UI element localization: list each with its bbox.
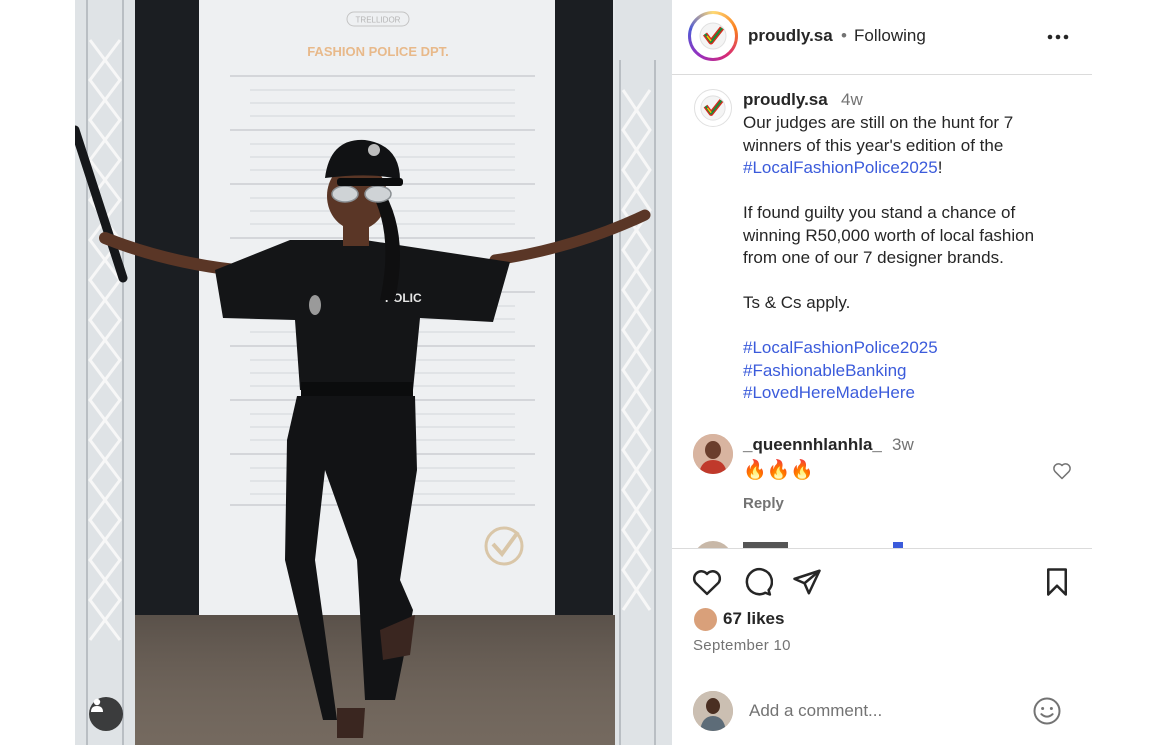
- commenter-username[interactable]: _queennhlanhla_: [743, 435, 882, 455]
- brand-badge-text: TRELLIDOR: [356, 16, 401, 25]
- author-username[interactable]: proudly.sa: [748, 26, 833, 46]
- post-header: proudly.sa • Following: [672, 0, 1092, 75]
- caption-text: Our judges are still on the hunt for 7 wi…: [743, 112, 1073, 405]
- comment-timestamp[interactable]: 3w: [892, 435, 914, 455]
- send-icon[interactable]: [792, 567, 822, 597]
- caption-username[interactable]: proudly.sa: [743, 90, 828, 110]
- comment-bubble-icon[interactable]: [743, 567, 773, 597]
- reply-button[interactable]: Reply: [743, 495, 784, 512]
- hashtag-link[interactable]: #LocalFashionPolice2025: [743, 338, 938, 357]
- hashtag-link[interactable]: #LocalFashionPolice2025: [743, 158, 938, 177]
- caption-line: If found guilty you stand a chance of: [743, 203, 1016, 222]
- next-commenter-avatar[interactable]: [693, 541, 733, 548]
- current-user-avatar: [693, 691, 733, 731]
- proudly-sa-logo-icon: [699, 22, 727, 50]
- bookmark-icon[interactable]: [1042, 567, 1072, 597]
- post-photo-illustration: TRELLIDOR FASHION POLICE DPT. POLIC: [75, 0, 672, 745]
- caption-line: #FashionableBanking: [743, 360, 1073, 383]
- following-button[interactable]: Following: [854, 26, 926, 46]
- caption-line: winners of this year's edition of the: [743, 135, 1004, 155]
- emoji-icon[interactable]: [1032, 696, 1062, 726]
- proudly-sa-logo-icon: [700, 95, 726, 121]
- more-options-icon[interactable]: [1046, 26, 1070, 48]
- caption-line: winning R50,000 worth of local fashion: [743, 225, 1035, 245]
- add-comment-input[interactable]: [749, 699, 1019, 723]
- hashtag-link[interactable]: #LovedHereMadeHere: [743, 383, 915, 402]
- caption-line: Our judges are still on the hunt for 7: [743, 113, 1014, 132]
- author-avatar[interactable]: [688, 11, 738, 61]
- header-separator: •: [841, 26, 847, 45]
- post-date[interactable]: September 10: [693, 637, 791, 654]
- hashtag-link[interactable]: #FashionableBanking: [743, 361, 907, 380]
- caption-line: #LocalFashionPolice2025: [743, 337, 1073, 360]
- caption-timestamp[interactable]: 4w: [841, 90, 863, 110]
- post-image[interactable]: TRELLIDOR FASHION POLICE DPT. POLIC: [75, 0, 672, 745]
- comment-text: 🔥🔥🔥: [743, 460, 814, 481]
- caption-line: Ts & Cs apply.: [743, 293, 851, 312]
- liker-avatar[interactable]: [693, 607, 718, 632]
- caption-author-avatar[interactable]: [694, 89, 732, 127]
- likes-count[interactable]: 67 likes: [723, 609, 784, 629]
- caption-line: from one of our 7 designer brands.: [743, 248, 1004, 267]
- heart-icon[interactable]: [692, 567, 722, 597]
- comment-heart-icon[interactable]: [1052, 461, 1072, 481]
- caption-line: #LovedHereMadeHere: [743, 382, 1073, 405]
- caption-line: #LocalFashionPolice2025!: [743, 157, 1073, 180]
- comments-section[interactable]: proudly.sa 4w Our judges are still on th…: [672, 76, 1092, 548]
- commenter-avatar[interactable]: [693, 434, 733, 474]
- banner-text: FASHION POLICE DPT.: [307, 44, 449, 59]
- caption-punctuation: !: [937, 158, 943, 177]
- post-details-panel: proudly.sa • Following proudly.sa 4w Our…: [672, 0, 1092, 745]
- user-tag-icon[interactable]: [89, 697, 123, 731]
- post-actions: 67 likes September 10: [672, 548, 1092, 745]
